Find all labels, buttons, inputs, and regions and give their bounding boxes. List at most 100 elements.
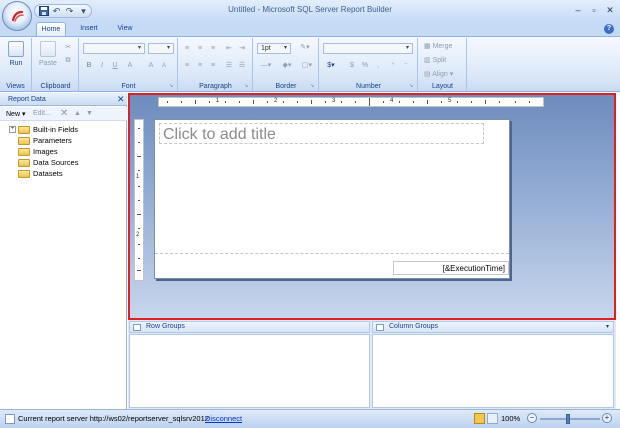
horizontal-ruler: 1 2 3 4 5: [158, 97, 544, 107]
bold-button[interactable]: B: [84, 61, 94, 71]
border-dialog-launcher-icon[interactable]: ↘: [310, 83, 316, 89]
run-label: Run: [9, 60, 23, 67]
number-dialog-launcher-icon[interactable]: ↘: [409, 83, 415, 89]
align-middle-icon[interactable]: ≡: [195, 44, 205, 54]
column-groups-header: Column Groups ▾: [372, 321, 614, 333]
zoom-slider-track[interactable]: [540, 418, 600, 420]
font-group-label: Font: [121, 83, 136, 90]
fill-color-icon[interactable]: ◆▾: [278, 61, 296, 71]
execution-time-textbox[interactable]: [&ExecutionTime]: [393, 261, 509, 275]
save-icon[interactable]: [38, 6, 49, 17]
disconnect-link[interactable]: Disconnect: [205, 414, 242, 423]
font-dialog-launcher-icon[interactable]: ↘: [169, 83, 175, 89]
chevron-down-icon: ▾: [405, 45, 409, 51]
copy-icon[interactable]: ⧉: [63, 56, 73, 66]
increase-indent-icon[interactable]: ⇥: [237, 44, 247, 54]
align-center-icon[interactable]: ≡: [195, 61, 205, 71]
paste-label: Paste: [39, 60, 57, 67]
number-group-label: Number: [356, 83, 381, 90]
tab-home[interactable]: Home: [36, 22, 66, 36]
folder-icon: [18, 170, 30, 178]
report-page[interactable]: Click to add title [&ExecutionTime]: [154, 119, 510, 279]
shrink-font-button[interactable]: A: [159, 61, 169, 71]
folder-icon: [18, 159, 30, 167]
quick-access-toolbar: ↶ ↷ ▾: [34, 4, 92, 18]
italic-button[interactable]: I: [97, 61, 107, 71]
tree-item-label: Datasets: [33, 169, 63, 178]
close-button[interactable]: ✕: [603, 4, 617, 16]
clipboard-group-label: Clipboard: [40, 83, 71, 90]
move-up-icon[interactable]: ▲: [74, 110, 81, 117]
merge-button[interactable]: ▦ Merge: [424, 41, 452, 52]
tab-view[interactable]: View: [112, 22, 138, 36]
expand-icon[interactable]: +: [9, 126, 16, 133]
numbering-icon[interactable]: ☰: [237, 61, 247, 71]
border-style-icon[interactable]: —▾: [257, 61, 275, 71]
move-down-icon[interactable]: ▼: [86, 110, 93, 117]
increase-decimal-icon[interactable]: ⁺: [388, 61, 398, 71]
font-family-combo[interactable]: ▾: [83, 43, 145, 54]
comma-icon[interactable]: ,: [373, 61, 383, 71]
preview-icon[interactable]: [487, 413, 498, 424]
customize-qat-icon[interactable]: ▾: [78, 6, 89, 17]
bullets-icon[interactable]: ☰: [224, 61, 234, 71]
row-groups-title: Row Groups: [146, 323, 185, 330]
zoom-slider-thumb[interactable]: [566, 414, 570, 424]
report-title-textbox[interactable]: Click to add title: [159, 123, 484, 144]
tree-item-label: Images: [33, 147, 58, 156]
grow-font-button[interactable]: A: [146, 61, 156, 71]
align-top-icon[interactable]: ≡: [182, 44, 192, 54]
decrease-indent-icon[interactable]: ⇤: [224, 44, 234, 54]
chevron-down-icon[interactable]: ▾: [606, 323, 609, 330]
underline-button[interactable]: U: [110, 61, 120, 71]
maximize-button[interactable]: ▫: [587, 4, 601, 16]
paragraph-dialog-launcher-icon[interactable]: ↘: [244, 83, 250, 89]
undo-icon[interactable]: ↶: [51, 6, 62, 17]
design-surface[interactable]: 1 2 3 4 5 1 2 Click to add title [&Execu…: [128, 93, 616, 320]
placeholder-styles-icon[interactable]: $▾: [323, 61, 339, 71]
cut-icon[interactable]: ✂: [63, 43, 73, 53]
close-pane-icon[interactable]: ✕: [117, 94, 125, 105]
align-bottom-icon[interactable]: ≡: [208, 44, 218, 54]
application-button[interactable]: [2, 1, 32, 31]
tab-insert[interactable]: Insert: [74, 22, 104, 36]
number-format-combo[interactable]: ▾: [323, 43, 413, 54]
font-color-icon[interactable]: A: [125, 61, 135, 71]
border-color-icon[interactable]: ✎▾: [296, 43, 314, 53]
chevron-down-icon: ▾: [166, 45, 170, 51]
decrease-decimal-icon[interactable]: ⁻: [401, 61, 411, 71]
server-status-text: Current report server http://ws02/report…: [18, 414, 209, 423]
ruler-number: 3: [332, 98, 336, 104]
border-width-value: 1pt: [261, 45, 271, 52]
align-button[interactable]: ▤ Align ▾: [424, 69, 453, 80]
paste-button[interactable]: Paste: [36, 41, 60, 75]
percent-icon[interactable]: %: [360, 61, 370, 71]
border-group: 1pt ▾ ✎▾ —▾ ◆▾ ▢▾ Border ↘: [254, 38, 319, 91]
report-builder-logo-icon: [11, 10, 24, 22]
align-right-icon[interactable]: ≡: [208, 61, 218, 71]
run-button[interactable]: Run: [4, 41, 28, 75]
currency-icon[interactable]: $: [347, 61, 357, 71]
border-width-combo[interactable]: 1pt ▾: [257, 43, 291, 54]
vertical-ruler: 1 2: [134, 119, 144, 281]
design-view-icon[interactable]: [474, 413, 485, 424]
zoom-out-button[interactable]: −: [527, 413, 537, 423]
split-button[interactable]: ▥ Split: [424, 55, 446, 66]
help-icon[interactable]: ?: [604, 24, 614, 34]
views-group: Run Views: [0, 38, 32, 91]
views-group-label: Views: [6, 83, 25, 90]
column-groups-list[interactable]: [372, 334, 614, 408]
redo-icon[interactable]: ↷: [64, 6, 75, 17]
page-footer-divider: [155, 253, 509, 254]
borders-icon[interactable]: ▢▾: [299, 61, 315, 71]
delete-icon[interactable]: ✕: [60, 108, 68, 119]
font-size-combo[interactable]: ▾: [148, 43, 174, 54]
edit-button[interactable]: Edit...: [33, 110, 51, 117]
row-groups-list[interactable]: [129, 334, 370, 408]
new-menu-button[interactable]: New ▾: [6, 110, 25, 118]
chevron-down-icon: ▾: [137, 45, 141, 51]
report-data-title: Report Data: [8, 96, 46, 103]
zoom-in-button[interactable]: +: [602, 413, 612, 423]
minimize-button[interactable]: –: [571, 4, 585, 16]
align-left-icon[interactable]: ≡: [182, 61, 192, 71]
